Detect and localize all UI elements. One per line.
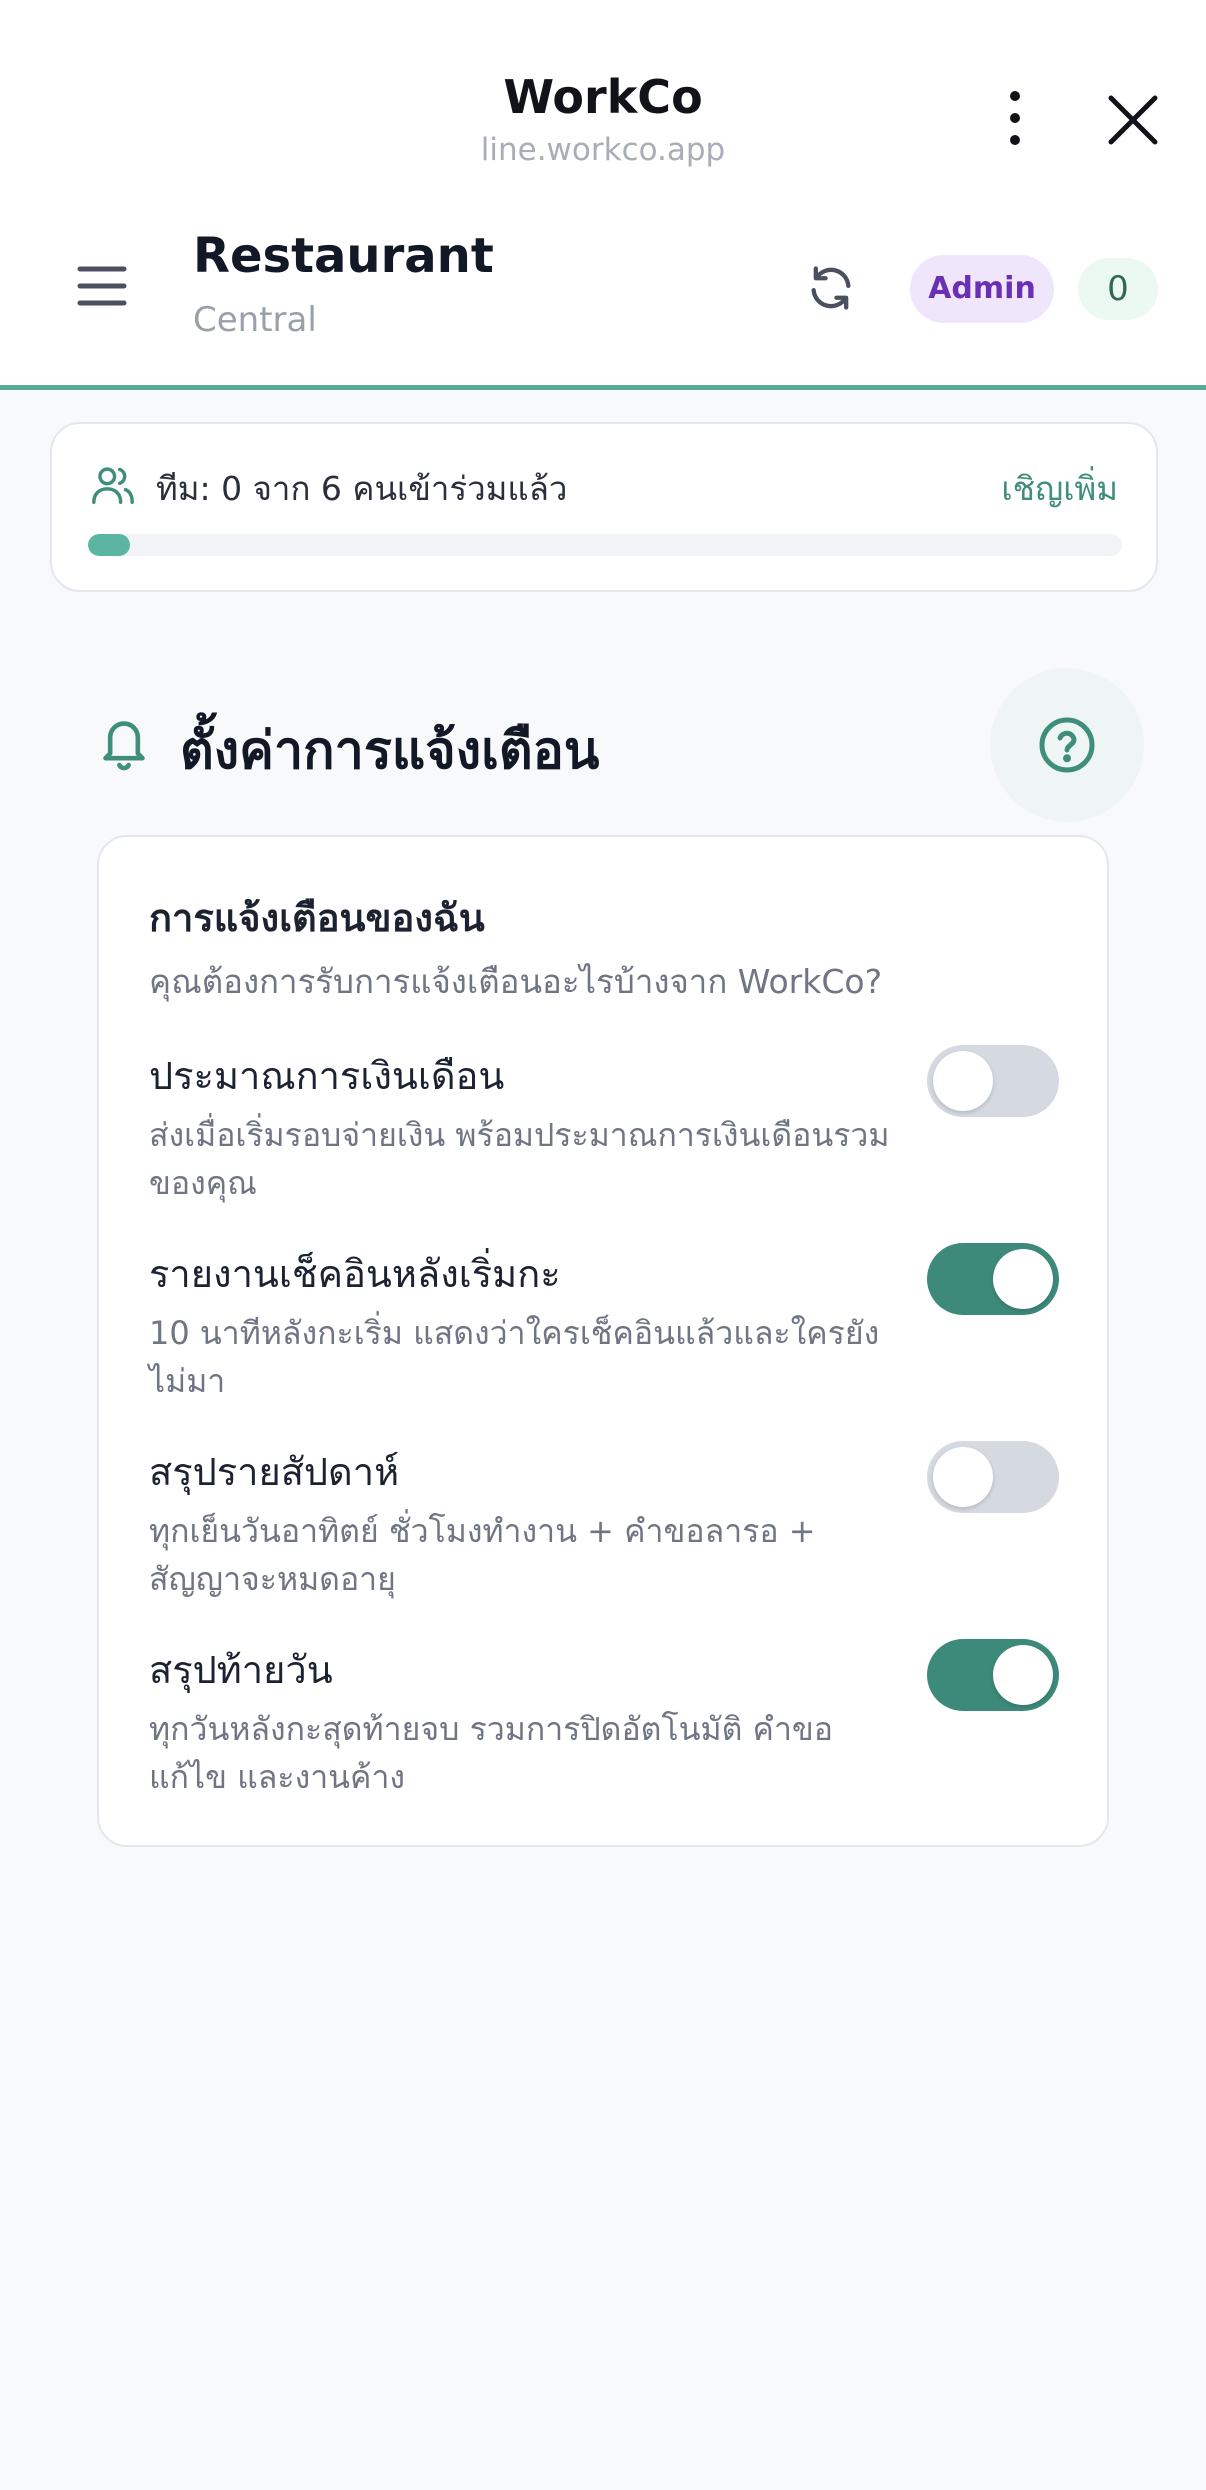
payroll-estimate-toggle[interactable] (927, 1045, 1059, 1117)
more-vertical-icon[interactable] (990, 88, 1040, 148)
toggle-knob (993, 1645, 1053, 1705)
toggle-knob (933, 1051, 993, 1111)
setting-description: ทุกวันหลังกะสุดท้ายจบ รวมการปิดอัตโนมัติ… (149, 1710, 834, 1796)
liff-browser-bar: WorkCo line.workco.app (0, 0, 1206, 200)
card-subtitle: คุณต้องการรับการแจ้งเตือนอะไรบ้างจาก Wor… (149, 962, 883, 1001)
count-badge[interactable]: 0 (1078, 258, 1158, 320)
team-status-text: ทีม: 0 จาก 6 คนเข้าร่วมแล้ว (156, 469, 568, 508)
close-icon[interactable] (1105, 92, 1161, 148)
setting-description: ส่งเมื่อเริ่มรอบจ่ายเงิน พร้อมประมาณการเ… (149, 1116, 890, 1202)
team-progress-card: ทีม: 0 จาก 6 คนเข้าร่วมแล้ว เชิญเพิ่ม (50, 422, 1158, 592)
card-title: การแจ้งเตือนของฉัน (149, 896, 485, 940)
setting-name: สรุปท้ายวัน (149, 1648, 333, 1692)
notification-settings-card: การแจ้งเตือนของฉัน คุณต้องการรับการแจ้งเ… (97, 835, 1109, 1847)
toggle-knob (933, 1447, 993, 1507)
users-icon (90, 462, 136, 508)
help-button[interactable] (990, 668, 1144, 822)
workspace-name: Restaurant (193, 228, 494, 284)
setting-name: สรุปรายสัปดาห์ (149, 1450, 400, 1494)
team-progress-bar (88, 534, 1122, 556)
role-badge: Admin (910, 255, 1054, 323)
menu-icon[interactable] (76, 264, 128, 308)
end-of-day-summary-toggle[interactable] (927, 1639, 1059, 1711)
setting-description: 10 นาทีหลังกะเริ่ม แสดงว่าใครเช็คอินแล้ว… (149, 1314, 880, 1400)
checkin-report-toggle[interactable] (927, 1243, 1059, 1315)
setting-name: ประมาณการเงินเดือน (149, 1054, 505, 1098)
setting-row-payroll-estimate: ประมาณการเงินเดือน ส่งเมื่อเริ่มรอบจ่ายเ… (149, 1045, 1059, 1215)
help-circle-icon (1039, 717, 1095, 773)
notification-settings-page: WorkCo line.workco.app Restaurant Centra… (0, 0, 1206, 2490)
weekly-summary-toggle[interactable] (927, 1441, 1059, 1513)
section-title: ตั้งค่าการแจ้งเตือน (180, 721, 600, 781)
setting-row-weekly-summary: สรุปรายสัปดาห์ ทุกเย็นวันอาทิตย์ ชั่วโมง… (149, 1441, 1059, 1611)
invite-more-link[interactable]: เชิญเพิ่ม (1001, 462, 1118, 515)
setting-name: รายงานเช็คอินหลังเริ่มกะ (149, 1252, 561, 1296)
setting-row-checkin-report: รายงานเช็คอินหลังเริ่มกะ 10 นาทีหลังกะเร… (149, 1243, 1059, 1413)
team-progress-fill (88, 534, 130, 556)
bell-icon (96, 712, 152, 772)
refresh-icon[interactable] (805, 262, 857, 314)
setting-row-end-of-day-summary: สรุปท้ายวัน ทุกวันหลังกะสุดท้ายจบ รวมการ… (149, 1639, 1059, 1809)
setting-description: ทุกเย็นวันอาทิตย์ ชั่วโมงทำงาน + คำขอลาร… (149, 1512, 816, 1598)
workspace-branch: Central (193, 300, 317, 340)
toggle-knob (993, 1249, 1053, 1309)
